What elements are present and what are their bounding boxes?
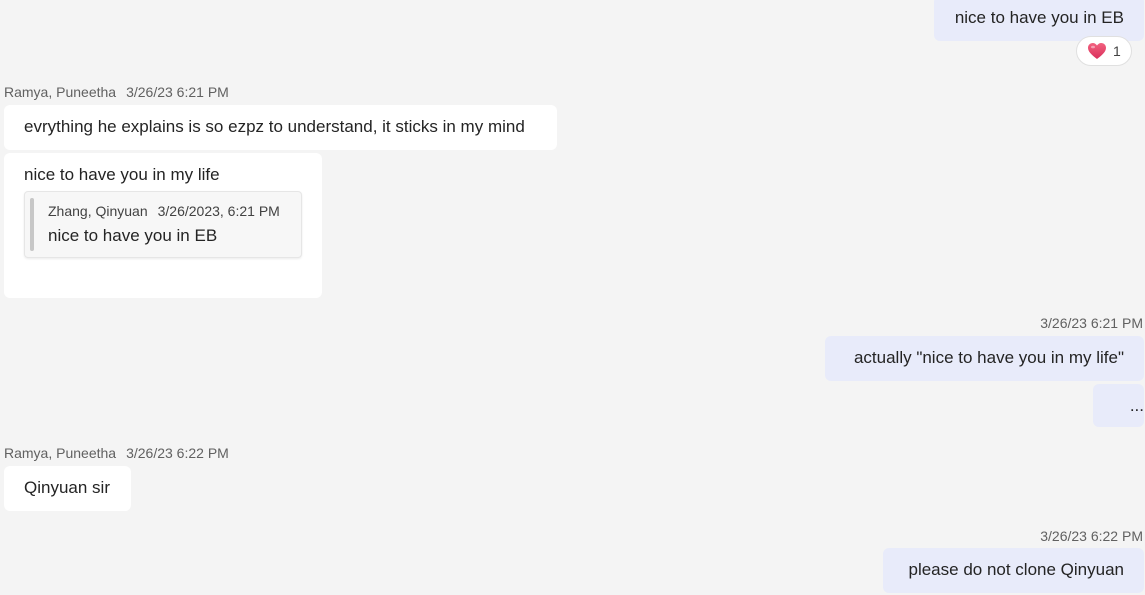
message-text: nice to have you in my life bbox=[24, 165, 220, 184]
message-text: evrything he explains is so ezpz to unde… bbox=[24, 117, 525, 136]
outgoing-message[interactable]: ... bbox=[1093, 384, 1144, 427]
outgoing-message[interactable]: nice to have you in EB bbox=[934, 0, 1144, 41]
quote-timestamp: 3/26/2023, 6:21 PM bbox=[157, 203, 280, 219]
quote-accent-bar bbox=[30, 198, 34, 251]
message-text: ... bbox=[1129, 396, 1144, 415]
timestamp: 3/26/23 6:22 PM bbox=[126, 445, 229, 461]
timestamp: 3/26/23 6:21 PM bbox=[126, 84, 229, 100]
message-text: nice to have you in EB bbox=[954, 8, 1124, 27]
message-text: actually "nice to have you in my life" bbox=[853, 348, 1124, 367]
chat-thread: nice to have you in EB 1 Ramya, Puneetha… bbox=[0, 0, 1145, 595]
quote-text: nice to have you in EB bbox=[48, 226, 218, 245]
message-header: Ramya, Puneetha 3/26/23 6:21 PM bbox=[4, 84, 229, 100]
outgoing-timestamp: 3/26/23 6:21 PM bbox=[1040, 315, 1143, 331]
message-header: Ramya, Puneetha 3/26/23 6:22 PM bbox=[4, 445, 229, 461]
message-text: please do not clone Qinyuan bbox=[908, 560, 1125, 579]
heart-icon bbox=[1087, 42, 1113, 60]
incoming-message[interactable]: evrything he explains is so ezpz to unde… bbox=[4, 105, 557, 150]
quote-author: Zhang, Qinyuan bbox=[48, 203, 148, 219]
sender-name: Ramya, Puneetha bbox=[4, 84, 117, 100]
outgoing-message[interactable]: actually "nice to have you in my life" bbox=[825, 336, 1144, 381]
reaction-pill[interactable]: 1 bbox=[1076, 36, 1132, 66]
reaction-count: 1 bbox=[1113, 43, 1121, 59]
outgoing-message[interactable]: please do not clone Qinyuan bbox=[883, 548, 1144, 593]
quote-header: Zhang, Qinyuan 3/26/2023, 6:21 PM bbox=[48, 203, 280, 219]
sender-name: Ramya, Puneetha bbox=[4, 445, 117, 461]
quoted-reply[interactable]: Zhang, Qinyuan 3/26/2023, 6:21 PM nice to… bbox=[24, 191, 302, 258]
incoming-message[interactable]: Qinyuan sir bbox=[4, 466, 131, 511]
outgoing-timestamp: 3/26/23 6:22 PM bbox=[1040, 528, 1143, 544]
message-text: Qinyuan sir bbox=[24, 478, 110, 497]
